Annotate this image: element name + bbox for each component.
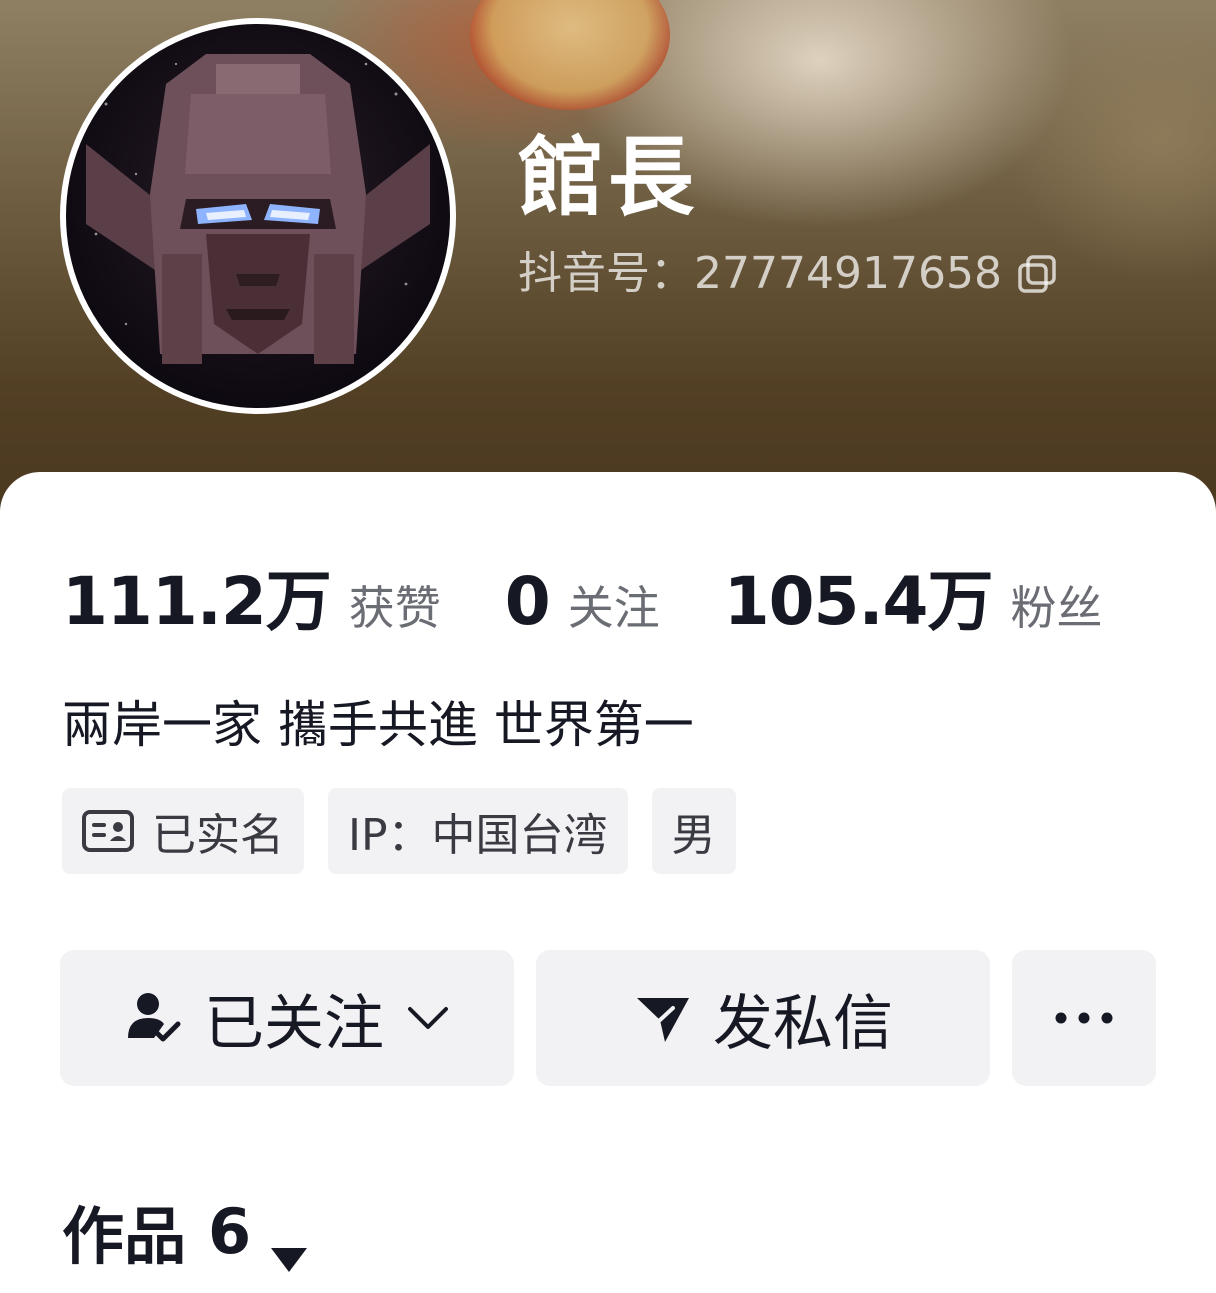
tag-verified: 已实名	[62, 788, 304, 874]
stat-followers[interactable]: 105.4万 粉丝	[724, 548, 1103, 644]
chevron-down-icon	[406, 1003, 450, 1033]
stat-following-value: 0	[504, 563, 551, 640]
cover-photo-detail	[470, 0, 670, 110]
send-message-label: 发私信	[713, 988, 893, 1059]
caret-down-icon	[269, 1216, 309, 1272]
stat-likes: 111.2万 获赞	[62, 548, 441, 644]
avatar-image	[66, 24, 450, 408]
stat-followers-value: 105.4万	[723, 563, 994, 640]
works-label: 作品	[62, 1200, 187, 1273]
works-tab[interactable]: 作品 6	[62, 1186, 309, 1276]
stat-likes-value: 111.2万	[62, 563, 332, 640]
tag-ip-location: IP：中国台湾	[328, 788, 628, 874]
stat-following-label: 关注	[567, 581, 660, 635]
id-card-icon	[82, 809, 134, 853]
stat-followers-label: 粉丝	[1010, 581, 1103, 635]
user-check-icon	[124, 988, 184, 1048]
following-button[interactable]: 已关注	[60, 950, 514, 1086]
following-button-label: 已关注	[204, 988, 384, 1059]
profile-stats: 111.2万 获赞 0 关注 105.4万 粉丝	[62, 548, 1166, 644]
more-dots-icon	[1054, 1011, 1114, 1025]
profile-tags: 已实名 IP：中国台湾 男	[62, 788, 736, 874]
avatar-graphic	[86, 54, 430, 364]
stat-following[interactable]: 0 关注	[505, 563, 660, 640]
send-message-button[interactable]: 发私信	[536, 950, 990, 1086]
works-count: 6	[208, 1194, 252, 1268]
profile-bio: 兩岸一家 攜手共進 世界第一	[62, 696, 694, 754]
profile-name: 館長	[518, 128, 698, 228]
more-options-button[interactable]	[1012, 950, 1156, 1086]
tag-gender: 男	[651, 788, 736, 874]
send-icon	[633, 988, 693, 1048]
avatar[interactable]	[60, 18, 456, 414]
copy-icon[interactable]	[1016, 253, 1058, 295]
profile-actions: 已关注 发私信	[60, 950, 1156, 1086]
tag-verified-label: 已实名	[152, 810, 284, 861]
stat-likes-label: 获赞	[348, 581, 441, 635]
account-id-row: 抖音号：27774917658	[518, 246, 1058, 302]
account-id: 抖音号：27774917658	[518, 248, 1002, 299]
